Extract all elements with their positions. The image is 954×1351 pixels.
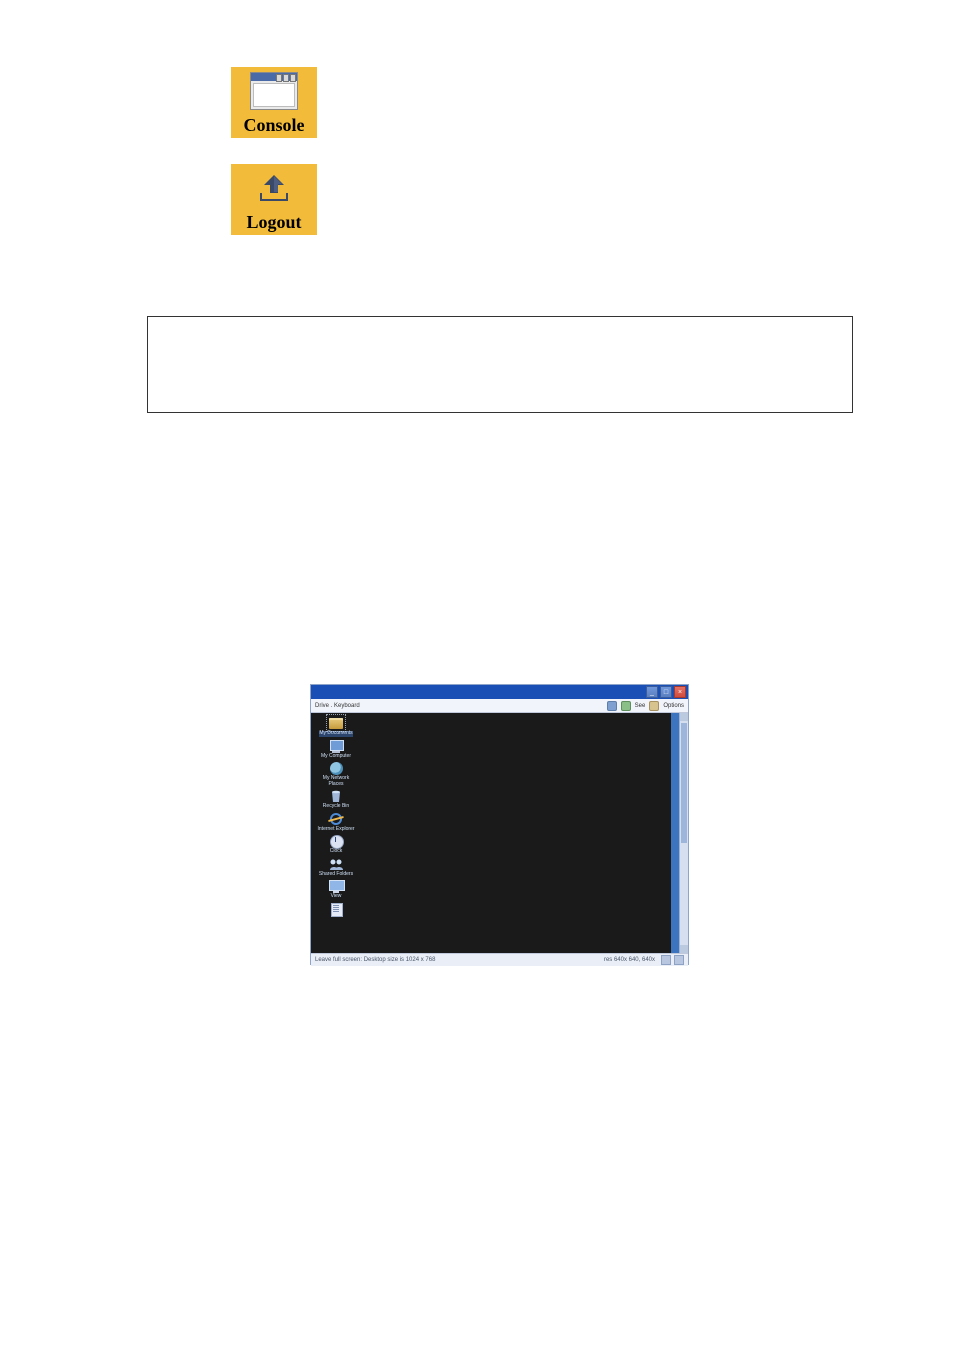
vertical-scrollbar[interactable] [679, 713, 688, 953]
logout-icon [254, 171, 294, 209]
computer-icon [328, 739, 344, 753]
toolbar-sync-label: See [635, 703, 646, 709]
desktop-icon-my-computer[interactable]: My Computer [314, 739, 358, 760]
empty-outlined-box [147, 316, 853, 413]
tray-icon[interactable] [661, 955, 671, 965]
network-icon [328, 761, 344, 775]
desktop-icon-clock[interactable]: Clock [314, 834, 358, 855]
remote-desktop-viewport: My Documents My Computer My Network Plac… [311, 713, 688, 953]
folder-icon [328, 716, 344, 730]
desktop-icon-label: My Network Places [317, 776, 355, 787]
window-close-icon[interactable]: × [674, 686, 686, 698]
logout-button[interactable]: Logout [231, 164, 317, 235]
logout-button-label: Logout [246, 213, 301, 231]
console-button-label: Console [243, 116, 304, 134]
desktop-icon-internet-explorer[interactable]: Internet Explorer [314, 812, 358, 833]
console-window-icon [250, 72, 298, 110]
desktop-icon-label: View [331, 894, 342, 900]
desktop-icon-view[interactable]: View [314, 879, 358, 900]
desktop-icon-label: Recycle Bin [323, 804, 349, 810]
console-toolbar: Drive . Keyboard See Options [311, 699, 688, 713]
desktop-icon-my-documents[interactable]: My Documents [314, 716, 358, 737]
desktop-icons-column: My Documents My Computer My Network Plac… [314, 716, 358, 916]
desktop-icon-document[interactable] [314, 902, 358, 916]
status-right-text: res 640x 640, 640x [604, 957, 655, 963]
clock-icon [328, 834, 344, 848]
window-minimize-icon[interactable]: _ [646, 686, 658, 698]
desktop-icon-shared-folders[interactable]: Shared Folders [314, 857, 358, 878]
document-icon [328, 902, 344, 916]
window-maximize-icon[interactable]: □ [660, 686, 672, 698]
ie-icon [328, 812, 344, 826]
remote-desktop[interactable]: My Documents My Computer My Network Plac… [311, 713, 671, 953]
desktop-icon-label: Clock [330, 849, 343, 855]
toolbar-settings-icon[interactable] [649, 701, 659, 711]
trash-icon [328, 789, 344, 803]
toolbar-menu[interactable]: Drive . Keyboard [315, 703, 360, 709]
desktop-icon-label: My Computer [321, 754, 351, 760]
desktop-icon-label: Internet Explorer [317, 827, 355, 833]
page: Console Logout _ □ × Drive . Keyboard [0, 0, 954, 1351]
scrollbar-thumb[interactable] [681, 723, 687, 843]
remote-console-screenshot: _ □ × Drive . Keyboard See Options My [310, 684, 689, 965]
status-tray-icons [661, 955, 684, 965]
people-icon [328, 857, 344, 871]
status-bar: Leave full screen: Desktop size is 1024 … [311, 953, 688, 966]
toolbar-tool-icon[interactable] [607, 701, 617, 711]
desktop-icon-label: Shared Folders [319, 872, 353, 878]
monitor-icon [328, 879, 344, 893]
desktop-icon-recycle-bin[interactable]: Recycle Bin [314, 789, 358, 810]
toolbar-sync-icon[interactable] [621, 701, 631, 711]
desktop-icon-label: My Documents [319, 731, 352, 737]
desktop-icon-network-places[interactable]: My Network Places [314, 761, 358, 787]
console-button[interactable]: Console [231, 67, 317, 138]
status-left-text: Leave full screen: Desktop size is 1024 … [315, 957, 435, 963]
toolbar-options-label[interactable]: Options [663, 703, 684, 709]
window-titlebar: _ □ × [311, 685, 688, 699]
tray-icon[interactable] [674, 955, 684, 965]
